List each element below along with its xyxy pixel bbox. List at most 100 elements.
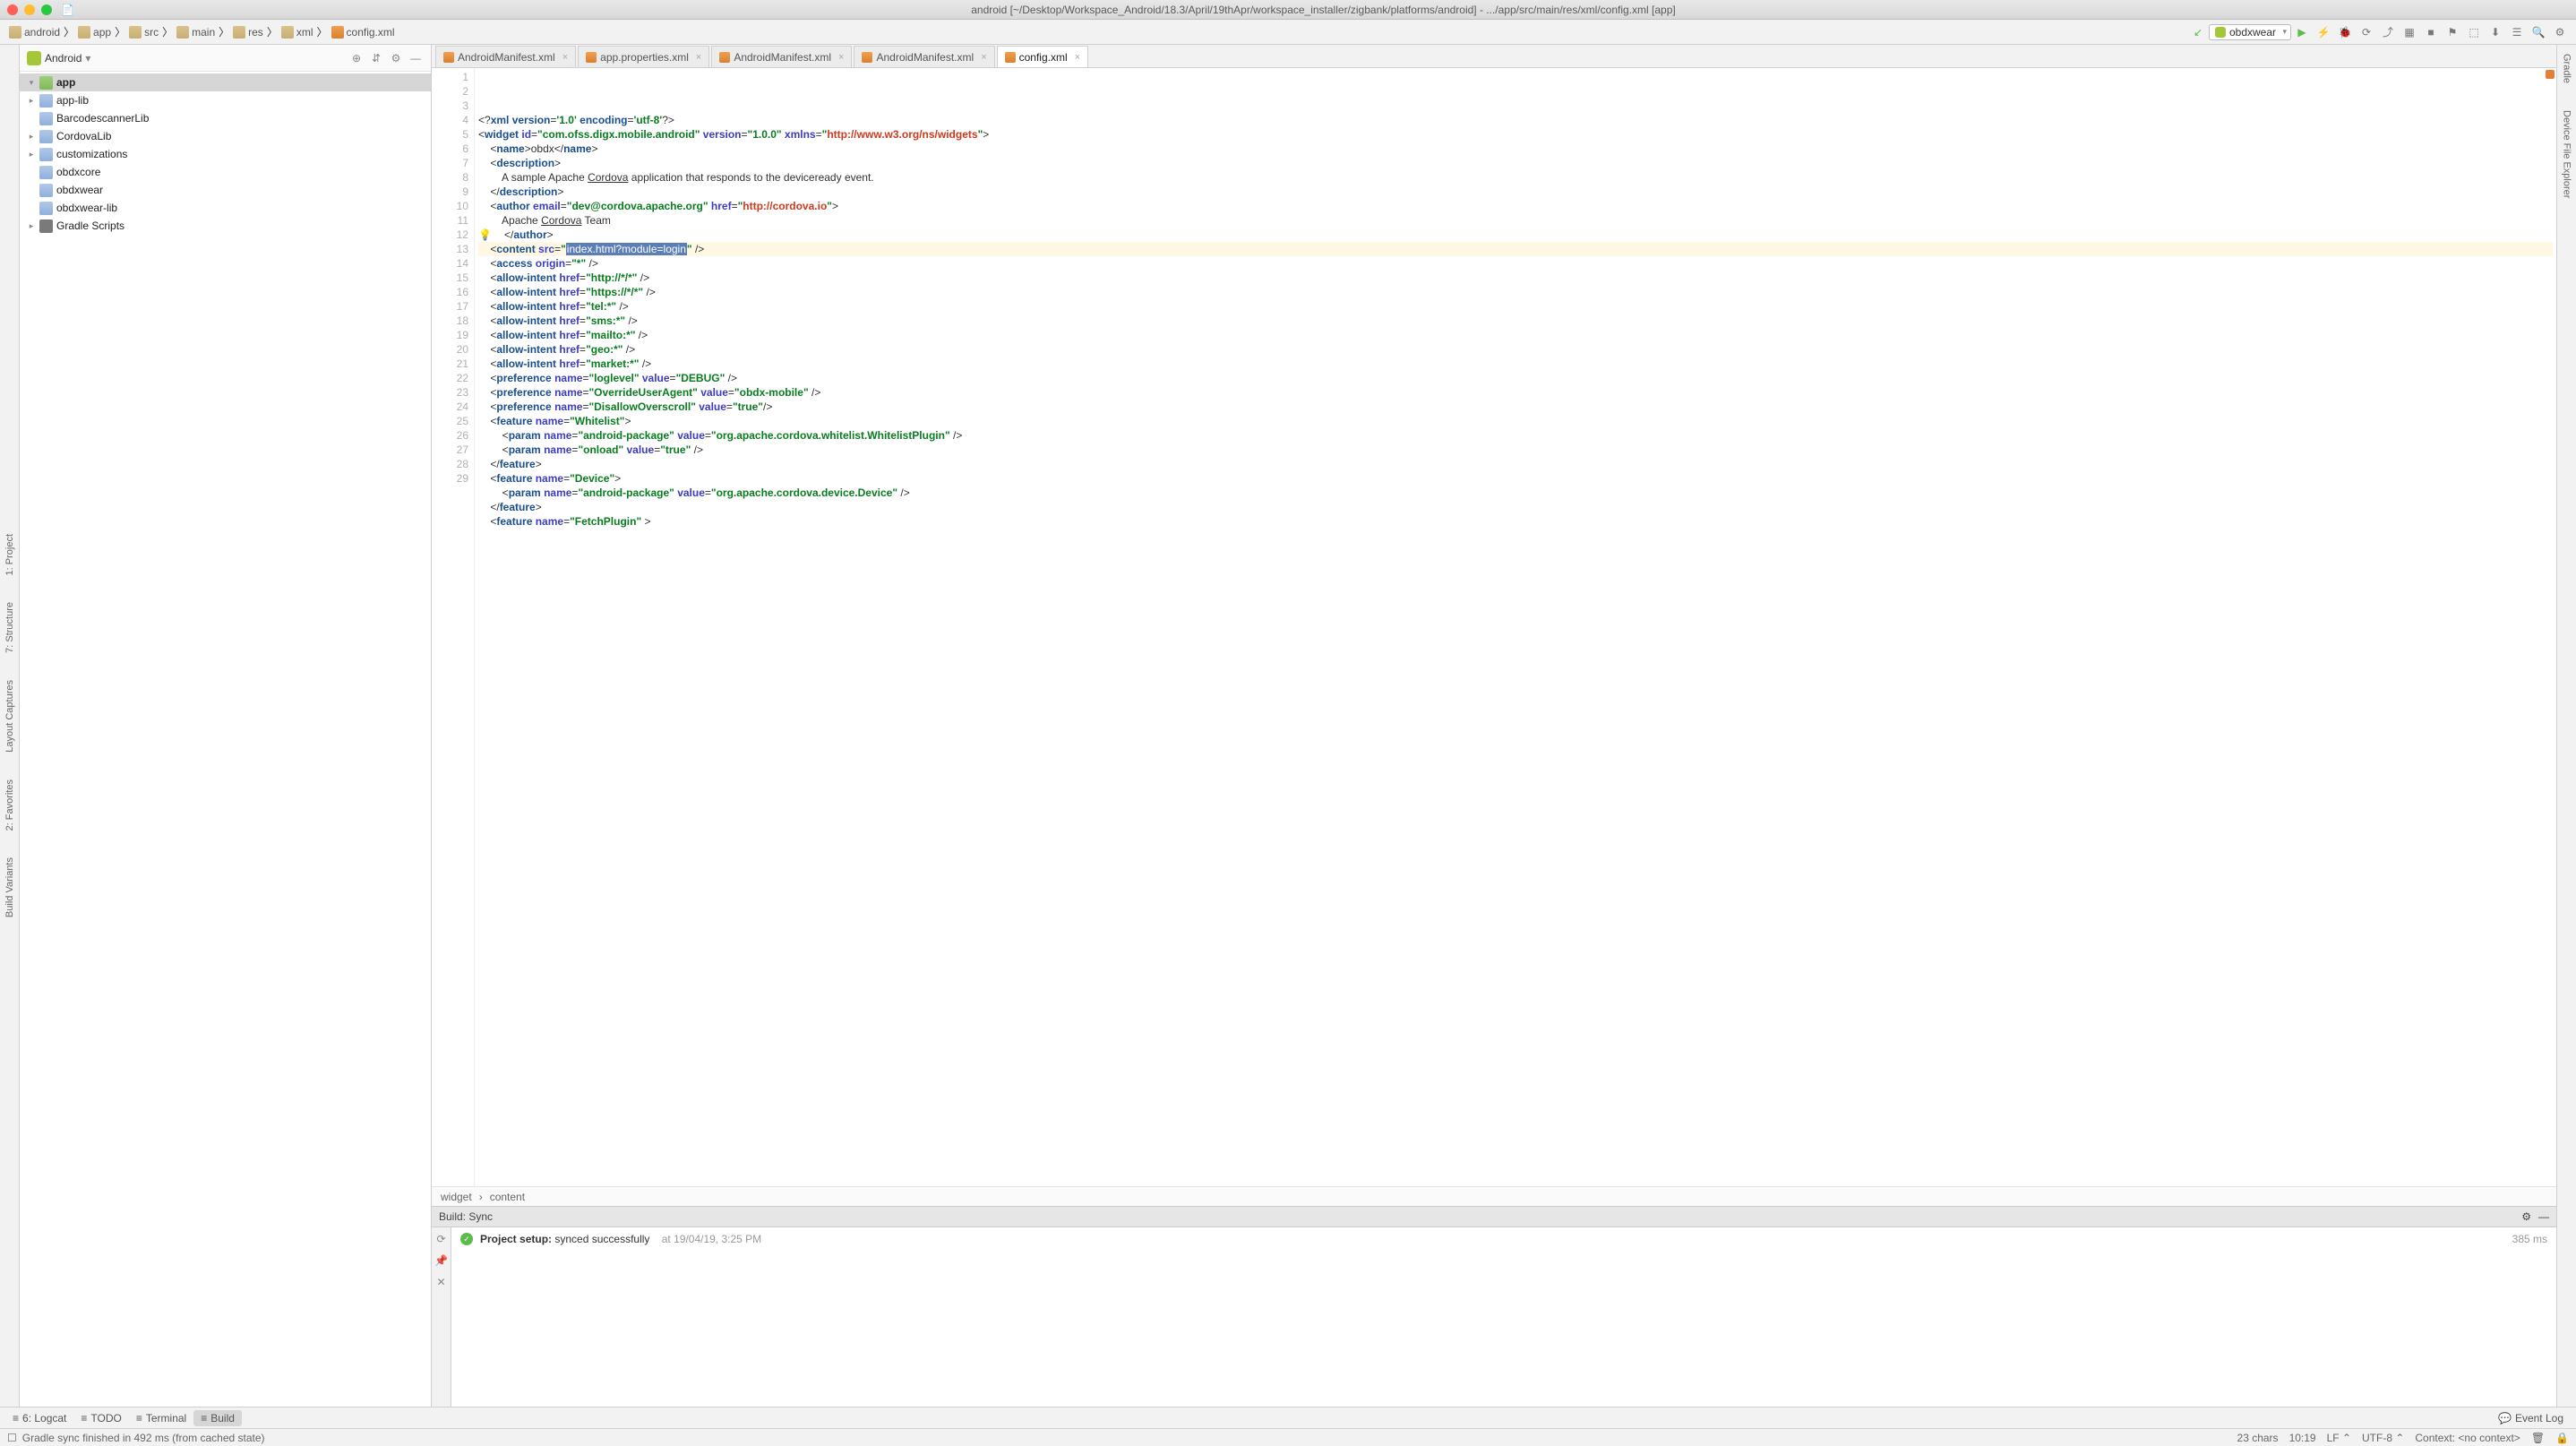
project-tree-item[interactable]: ▸CordovaLib: [20, 127, 431, 145]
project-tree-item[interactable]: ▾app: [20, 73, 431, 91]
line-number[interactable]: 15: [434, 271, 468, 285]
line-number[interactable]: 1: [434, 70, 468, 84]
close-icon[interactable]: ✕: [436, 1276, 445, 1288]
code-line[interactable]: <preference name="DisallowOverscroll" va…: [478, 400, 2553, 414]
line-number[interactable]: 27: [434, 443, 468, 457]
close-window-button[interactable]: [7, 4, 18, 15]
close-tab-icon[interactable]: ×: [981, 52, 986, 63]
code-line[interactable]: <allow-intent href="market:*" />: [478, 357, 2553, 371]
editor-tab[interactable]: AndroidManifest.xml×: [435, 46, 576, 67]
breadcrumb-segment[interactable]: main: [173, 26, 219, 39]
run-config-selector[interactable]: obdxwear: [2209, 24, 2291, 40]
hide-panel-button[interactable]: —: [2538, 1210, 2549, 1223]
code-line[interactable]: <allow-intent href="http://*/*" />: [478, 271, 2553, 285]
build-panel-header[interactable]: Build: Sync ⚙ —: [432, 1206, 2556, 1227]
breadcrumb-segment[interactable]: widget: [441, 1191, 472, 1203]
code-line[interactable]: <allow-intent href="geo:*" />: [478, 342, 2553, 357]
line-number[interactable]: 29: [434, 471, 468, 486]
tool-window-tab[interactable]: Device File Explorer: [2562, 110, 2572, 198]
line-number[interactable]: 19: [434, 328, 468, 342]
line-number[interactable]: 6: [434, 142, 468, 156]
breadcrumb-segment[interactable]: xml: [278, 26, 317, 39]
hide-panel-button[interactable]: —: [408, 50, 424, 66]
expand-arrow-icon[interactable]: ▸: [27, 221, 36, 231]
code-line[interactable]: </feature>: [478, 500, 2553, 514]
project-structure-button[interactable]: ☰: [2508, 23, 2526, 41]
project-tree[interactable]: ▾app▸app-libBarcodescannerLib▸CordovaLib…: [20, 72, 431, 1407]
search-everywhere-button[interactable]: 🔍: [2529, 23, 2547, 41]
editor-tab[interactable]: AndroidManifest.xml×: [854, 46, 994, 67]
line-separator[interactable]: LF ⌃: [2327, 1432, 2351, 1444]
code-line[interactable]: <?xml version='1.0' encoding='utf-8'?>: [478, 113, 2553, 127]
lock-icon[interactable]: 🔒: [2555, 1432, 2569, 1444]
line-number[interactable]: 20: [434, 342, 468, 357]
code-line[interactable]: <widget id="com.ofss.digx.mobile.android…: [478, 127, 2553, 142]
line-number[interactable]: 17: [434, 299, 468, 314]
settings-button[interactable]: ⚙: [2551, 23, 2569, 41]
close-tab-icon[interactable]: ×: [696, 52, 701, 63]
maximize-window-button[interactable]: [41, 4, 52, 15]
caret-position[interactable]: 10:19: [2289, 1432, 2316, 1444]
avd-manager-button[interactable]: ▦: [2400, 23, 2418, 41]
breadcrumb-segment[interactable]: app: [74, 26, 115, 39]
editor-tab[interactable]: AndroidManifest.xml×: [711, 46, 852, 67]
profiler-button[interactable]: ⟳: [2357, 23, 2375, 41]
attach-debugger-button[interactable]: ⤴: [2379, 23, 2397, 41]
code-line[interactable]: <access origin="*" />: [478, 256, 2553, 271]
debug-button[interactable]: 🐞: [2336, 23, 2354, 41]
breadcrumb-segment[interactable]: content: [490, 1191, 525, 1203]
code-line[interactable]: <preference name="OverrideUserAgent" val…: [478, 385, 2553, 400]
code-editor[interactable]: <?xml version='1.0' encoding='utf-8'?><w…: [475, 68, 2556, 1186]
project-tree-item[interactable]: obdxwear-lib: [20, 199, 431, 217]
line-number[interactable]: 22: [434, 371, 468, 385]
line-number[interactable]: 18: [434, 314, 468, 328]
line-number[interactable]: 16: [434, 285, 468, 299]
line-number[interactable]: 26: [434, 428, 468, 443]
line-number[interactable]: 28: [434, 457, 468, 471]
line-number[interactable]: 21: [434, 357, 468, 371]
expand-arrow-icon[interactable]: ▸: [27, 132, 36, 142]
line-number[interactable]: 12: [434, 228, 468, 242]
line-number[interactable]: 9: [434, 185, 468, 199]
project-tree-item[interactable]: ▸Gradle Scripts: [20, 217, 431, 235]
project-view-mode[interactable]: Android: [45, 52, 82, 65]
chevron-down-icon[interactable]: ▾: [85, 52, 90, 65]
code-line[interactable]: <allow-intent href="https://*/*" />: [478, 285, 2553, 299]
bottom-tab[interactable]: ≡Build: [193, 1410, 242, 1426]
code-line[interactable]: <allow-intent href="mailto:*" />: [478, 328, 2553, 342]
event-log-tab[interactable]: 💬 Event Log: [2491, 1410, 2571, 1426]
apply-changes-button[interactable]: ⚡: [2314, 23, 2332, 41]
warning-indicator-icon[interactable]: [2546, 70, 2555, 79]
line-number-gutter[interactable]: 1234567891011121314151617181920212223242…: [432, 68, 475, 1186]
project-tree-item[interactable]: ▸app-lib: [20, 91, 431, 109]
run-button[interactable]: ▶: [2293, 23, 2311, 41]
line-number[interactable]: 8: [434, 170, 468, 185]
bottom-tab[interactable]: ≡6: Logcat: [5, 1410, 73, 1426]
code-line[interactable]: <preference name="loglevel" value="DEBUG…: [478, 371, 2553, 385]
project-tree-item[interactable]: obdxwear: [20, 181, 431, 199]
line-number[interactable]: 11: [434, 213, 468, 228]
tool-window-tab[interactable]: Build Variants: [4, 857, 15, 917]
code-line[interactable]: Apache Cordova Team: [478, 213, 2553, 228]
close-tab-icon[interactable]: ×: [562, 52, 568, 63]
line-number[interactable]: 2: [434, 84, 468, 99]
pin-icon[interactable]: 📌: [434, 1254, 448, 1267]
line-number[interactable]: 24: [434, 400, 468, 414]
editor-tab[interactable]: app.properties.xml×: [578, 46, 709, 67]
code-line[interactable]: <feature name="FetchPlugin" >: [478, 514, 2553, 529]
code-line[interactable]: <feature name="Whitelist">: [478, 414, 2553, 428]
breadcrumb-segment[interactable]: android: [5, 26, 64, 39]
expand-arrow-icon[interactable]: ▸: [27, 150, 36, 159]
line-number[interactable]: 13: [434, 242, 468, 256]
expand-arrow-icon[interactable]: ▾: [27, 78, 36, 88]
code-line[interactable]: <feature name="Device">: [478, 471, 2553, 486]
editor-breadcrumb[interactable]: widget › content: [432, 1186, 2556, 1206]
code-line[interactable]: <param name="onload" value="true" />: [478, 443, 2553, 457]
line-number[interactable]: 4: [434, 113, 468, 127]
code-line[interactable]: <param name="android-package" value="org…: [478, 428, 2553, 443]
code-line[interactable]: </description>: [478, 185, 2553, 199]
close-tab-icon[interactable]: ×: [1075, 52, 1080, 63]
editor-tab[interactable]: config.xml×: [997, 46, 1088, 67]
bottom-tab[interactable]: ≡Terminal: [129, 1410, 193, 1426]
breadcrumb-segment[interactable]: res: [229, 26, 267, 39]
